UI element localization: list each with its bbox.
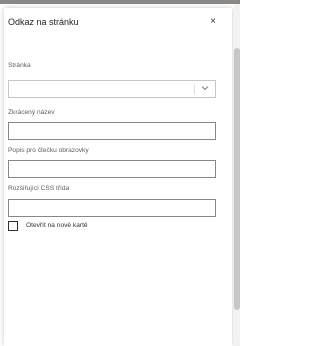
css-class-label: Rozšiřující CSS třída	[8, 185, 70, 192]
new-tab-checkbox[interactable]	[8, 221, 18, 231]
page: Odkaz na stránku × Stránka Zkrácený náze…	[0, 0, 240, 346]
top-border	[0, 0, 240, 4]
short-name-input[interactable]	[8, 122, 216, 140]
dialog-header: Odkaz na stránku ×	[8, 14, 220, 34]
page-label: Stránka	[8, 62, 31, 69]
dialog-title: Odkaz na stránku	[8, 17, 79, 27]
chevron-down-icon[interactable]	[201, 84, 209, 92]
screen-reader-input[interactable]	[8, 160, 216, 178]
page-dropdown[interactable]	[8, 80, 216, 98]
close-icon[interactable]: ×	[206, 15, 220, 29]
short-name-label: Zkrácený název	[8, 109, 55, 116]
scrollbar-thumb[interactable]	[234, 48, 240, 310]
dropdown-separator	[194, 84, 195, 94]
screen-reader-label: Popis pro čtečku obrazovky	[8, 147, 89, 154]
new-tab-label: Otevřít na nové kartě	[26, 222, 88, 229]
css-class-input[interactable]	[8, 199, 216, 217]
scrollbar-track[interactable]	[234, 4, 240, 346]
new-tab-option[interactable]: Otevřít na nové kartě	[8, 221, 208, 233]
